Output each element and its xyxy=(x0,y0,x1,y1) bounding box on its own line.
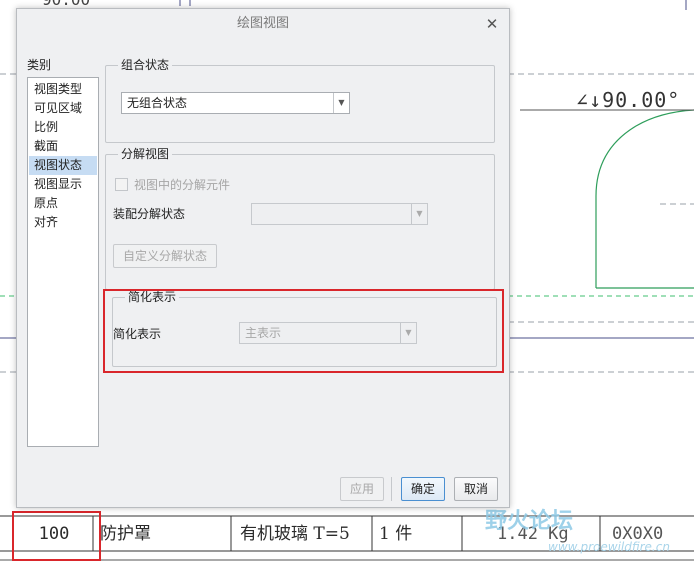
ok-button[interactable]: 确定 xyxy=(401,477,445,501)
category-item-origin[interactable]: 原点 xyxy=(29,194,97,213)
bom-part-name: 防护罩 xyxy=(100,524,151,544)
combination-state-title: 组合状态 xyxy=(118,57,173,73)
assembly-explode-state-select[interactable]: ▼ xyxy=(251,203,428,225)
category-item-view-states[interactable]: 视图状态 xyxy=(29,156,97,175)
drawing-view-dialog: 绘图视图 ✕ 类别 视图类型 可见区域 比例 截面 视图状态 视图显示 原点 对… xyxy=(16,8,510,508)
custom-explode-state-button[interactable]: 自定义分解状态 xyxy=(113,244,217,268)
category-item-visible-area[interactable]: 可见区域 xyxy=(29,99,97,118)
bom-unit: 1 件 xyxy=(379,524,413,544)
category-item-alignment[interactable]: 对齐 xyxy=(29,213,97,232)
close-icon[interactable]: ✕ xyxy=(483,15,501,33)
highlight-quantity-box xyxy=(12,511,101,561)
watermark-url: www.proewildfire.cn xyxy=(548,540,670,554)
highlight-simplified-rep-box xyxy=(103,289,504,373)
combination-state-select[interactable]: 无组合状态 ▼ xyxy=(121,92,350,114)
bom-material: 有机玻璃 T=5 xyxy=(240,524,350,544)
exploded-view-title: 分解视图 xyxy=(118,146,173,162)
explode-components-checkbox-row[interactable]: 视图中的分解元件 xyxy=(115,177,230,193)
button-separator xyxy=(391,477,392,501)
dialog-titlebar[interactable]: 绘图视图 ✕ xyxy=(17,9,509,39)
explode-components-checkbox[interactable] xyxy=(115,178,128,191)
dialog-title: 绘图视图 xyxy=(236,16,289,31)
category-item-scale[interactable]: 比例 xyxy=(29,118,97,137)
cancel-button[interactable]: 取消 xyxy=(454,477,498,501)
category-label: 类别 xyxy=(27,58,52,72)
category-item-view-type[interactable]: 视图类型 xyxy=(29,80,97,99)
category-item-section[interactable]: 截面 xyxy=(29,137,97,156)
assembly-explode-state-label: 装配分解状态 xyxy=(113,207,186,221)
category-list: 视图类型 可见区域 比例 截面 视图状态 视图显示 原点 对齐 xyxy=(27,77,99,447)
combination-state-value: 无组合状态 xyxy=(127,96,188,110)
apply-button[interactable]: 应用 xyxy=(340,477,384,501)
cad-angle-annotation: ∠↓90.00° xyxy=(576,88,681,112)
explode-components-label: 视图中的分解元件 xyxy=(134,178,231,192)
category-item-view-display[interactable]: 视图显示 xyxy=(29,175,97,194)
chevron-down-icon[interactable]: ▼ xyxy=(333,93,349,113)
chevron-down-icon[interactable]: ▼ xyxy=(411,204,427,224)
